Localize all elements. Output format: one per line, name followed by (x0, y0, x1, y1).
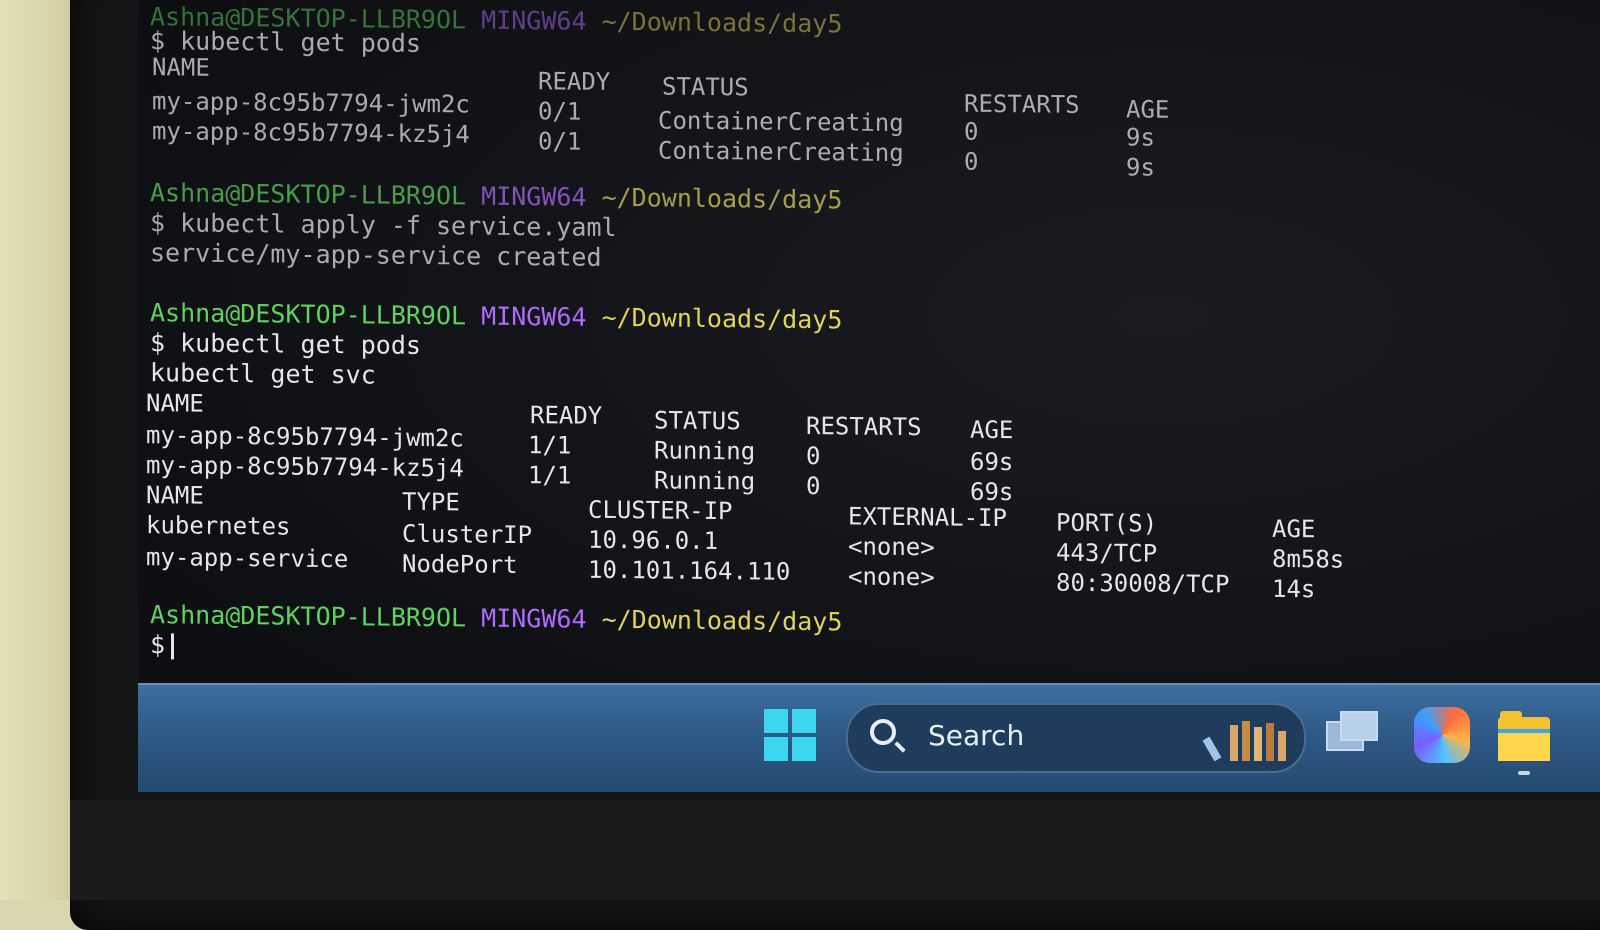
col-header-ready: READY (530, 401, 603, 430)
col-header-name: NAME (146, 389, 204, 418)
pod-restarts: 0 (964, 147, 979, 176)
monitor-screen: Ashna@DESKTOP-LLBR9OL MINGW64 ~/Download… (138, 0, 1600, 792)
command-line: $ kubectl apply -f service.yaml (150, 208, 617, 243)
pod-age: 9s (1126, 153, 1155, 182)
col-header-name: NAME (146, 481, 204, 510)
task-view-icon[interactable] (1324, 707, 1380, 763)
col-header-age: AGE (1272, 514, 1316, 544)
svc-name: kubernetes (146, 511, 291, 541)
active-app-indicator (1518, 771, 1530, 775)
taskbar: Search (138, 683, 1600, 792)
col-header-age: AGE (970, 415, 1014, 445)
command-output: service/my-app-service created (150, 238, 602, 272)
pod-status: Running (654, 436, 756, 466)
col-header-age: AGE (1126, 95, 1170, 124)
col-header-type: TYPE (402, 487, 460, 517)
svc-external-ip: <none> (848, 532, 935, 562)
pod-ready: 0/1 (538, 97, 582, 126)
col-header-restarts: RESTARTS (964, 89, 1080, 119)
terminal-window[interactable]: Ashna@DESKTOP-LLBR9OL MINGW64 ~/Download… (138, 0, 1600, 698)
pod-name: my-app-8c95b7794-jwm2c (146, 421, 464, 453)
pod-status: ContainerCreating (658, 106, 904, 138)
svc-cluster-ip: 10.96.0.1 (588, 525, 719, 556)
file-explorer-icon[interactable] (1498, 707, 1554, 763)
search-label: Search (928, 719, 1025, 752)
text-cursor (171, 633, 175, 660)
col-header-cluster-ip: CLUSTER-IP (588, 495, 733, 526)
svc-type: ClusterIP (402, 519, 533, 550)
monitor-bottom-bezel (70, 800, 1600, 900)
pod-ready: 1/1 (528, 431, 572, 460)
search-box[interactable]: Search (846, 703, 1306, 773)
windows-start-icon[interactable] (764, 709, 816, 761)
pod-name: my-app-8c95b7794-jwm2c (152, 87, 470, 119)
pod-name: my-app-8c95b7794-kz5j4 (152, 117, 470, 149)
command-line: $ kubectl get pods (150, 328, 421, 360)
pod-name: my-app-8c95b7794-kz5j4 (146, 451, 464, 483)
pod-status: ContainerCreating (658, 136, 904, 168)
prompt-line: Ashna@DESKTOP-LLBR9OL MINGW64 ~/Download… (150, 600, 843, 637)
col-header-restarts: RESTARTS (806, 411, 922, 442)
col-header-external-ip: EXTERNAL-IP (848, 502, 1007, 533)
svc-ports: 443/TCP (1056, 538, 1158, 568)
svc-ports: 80:30008/TCP (1056, 568, 1230, 599)
search-icon (870, 719, 896, 745)
svc-type: NodePort (402, 549, 518, 579)
col-header-status: STATUS (654, 406, 741, 436)
svc-cluster-ip: 10.101.164.110 (588, 555, 791, 586)
col-header-ports: PORT(S) (1056, 508, 1158, 538)
books-icon (1202, 717, 1292, 762)
pod-ready: 0/1 (538, 127, 582, 156)
pod-restarts: 0 (806, 441, 821, 471)
pod-age: 9s (1126, 123, 1155, 152)
col-header-ready: READY (538, 67, 611, 96)
col-header-name: NAME (152, 53, 210, 82)
pod-restarts: 0 (964, 117, 979, 146)
svc-age: 14s (1272, 574, 1316, 604)
command-input[interactable]: $ (150, 630, 175, 660)
svc-age: 8m58s (1272, 544, 1345, 574)
pod-restarts: 0 (806, 471, 821, 501)
pod-ready: 1/1 (528, 461, 572, 490)
pod-status: Running (654, 466, 756, 496)
svc-external-ip: <none> (848, 562, 935, 592)
pod-age: 69s (970, 447, 1014, 477)
copilot-icon[interactable] (1414, 707, 1470, 763)
svc-name: my-app-service (146, 543, 349, 574)
command-line: kubectl get svc (150, 358, 376, 390)
col-header-status: STATUS (662, 72, 749, 102)
